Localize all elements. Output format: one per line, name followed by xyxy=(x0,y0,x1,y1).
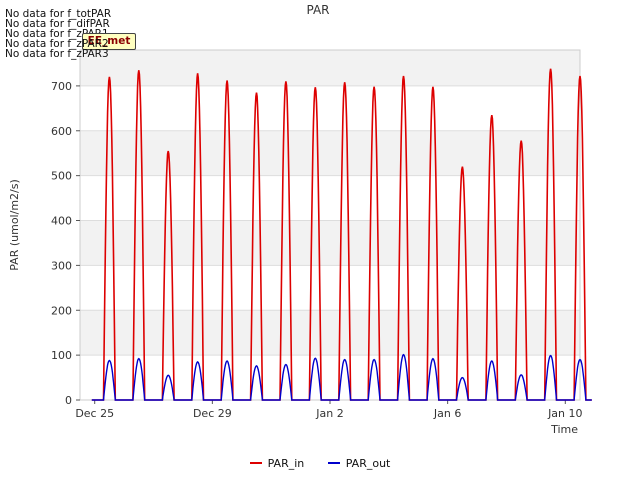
x-axis-label: Time xyxy=(550,423,578,436)
legend-label-par-in: PAR_in xyxy=(267,456,305,470)
background-band xyxy=(80,310,580,356)
background-band xyxy=(80,130,580,176)
y-tick-label: 400 xyxy=(51,215,72,228)
legend-label-par-out: PAR_out xyxy=(345,456,391,470)
x-tick-label: Jan 2 xyxy=(315,407,343,420)
y-tick-label: 500 xyxy=(51,170,72,183)
chart-title: PAR xyxy=(306,3,329,17)
no-data-message: No data for f_zPAR3 xyxy=(5,48,109,60)
legend-item-par-out: PAR_out xyxy=(327,456,391,470)
x-tick-label: Jan 6 xyxy=(433,407,461,420)
y-tick-label: 300 xyxy=(51,259,72,272)
y-tick-label: 100 xyxy=(51,349,72,362)
x-axis-ticks: Dec 25 Dec 29 Jan 2 Jan 6 Jan 10 xyxy=(75,400,583,420)
legend-item-par-in: PAR_in xyxy=(249,456,305,470)
par-chart: 0 100 200 300 400 500 600 700 Dec 25 Dec 29 Jan 2… xyxy=(8,3,592,436)
y-tick-label: 700 xyxy=(51,80,72,93)
y-tick-label: 200 xyxy=(51,304,72,317)
background-band xyxy=(80,220,580,266)
x-tick-label: Dec 25 xyxy=(75,407,114,420)
legend-swatch-par-out xyxy=(327,462,340,464)
y-tick-label: 600 xyxy=(51,125,72,138)
series-line-par-out xyxy=(91,353,592,401)
y-axis-label: PAR (umol/m2/s) xyxy=(8,179,21,271)
x-tick-label: Jan 10 xyxy=(547,407,582,420)
plot-background-bands xyxy=(80,50,580,356)
background-band xyxy=(80,50,580,86)
y-tick-label: 0 xyxy=(65,394,72,407)
y-axis-ticks: 0 100 200 300 400 500 600 700 xyxy=(51,80,80,407)
chart-legend: PAR_in PAR_out xyxy=(0,454,640,470)
legend-swatch-par-in xyxy=(249,462,262,464)
x-tick-label: Dec 29 xyxy=(193,407,232,420)
